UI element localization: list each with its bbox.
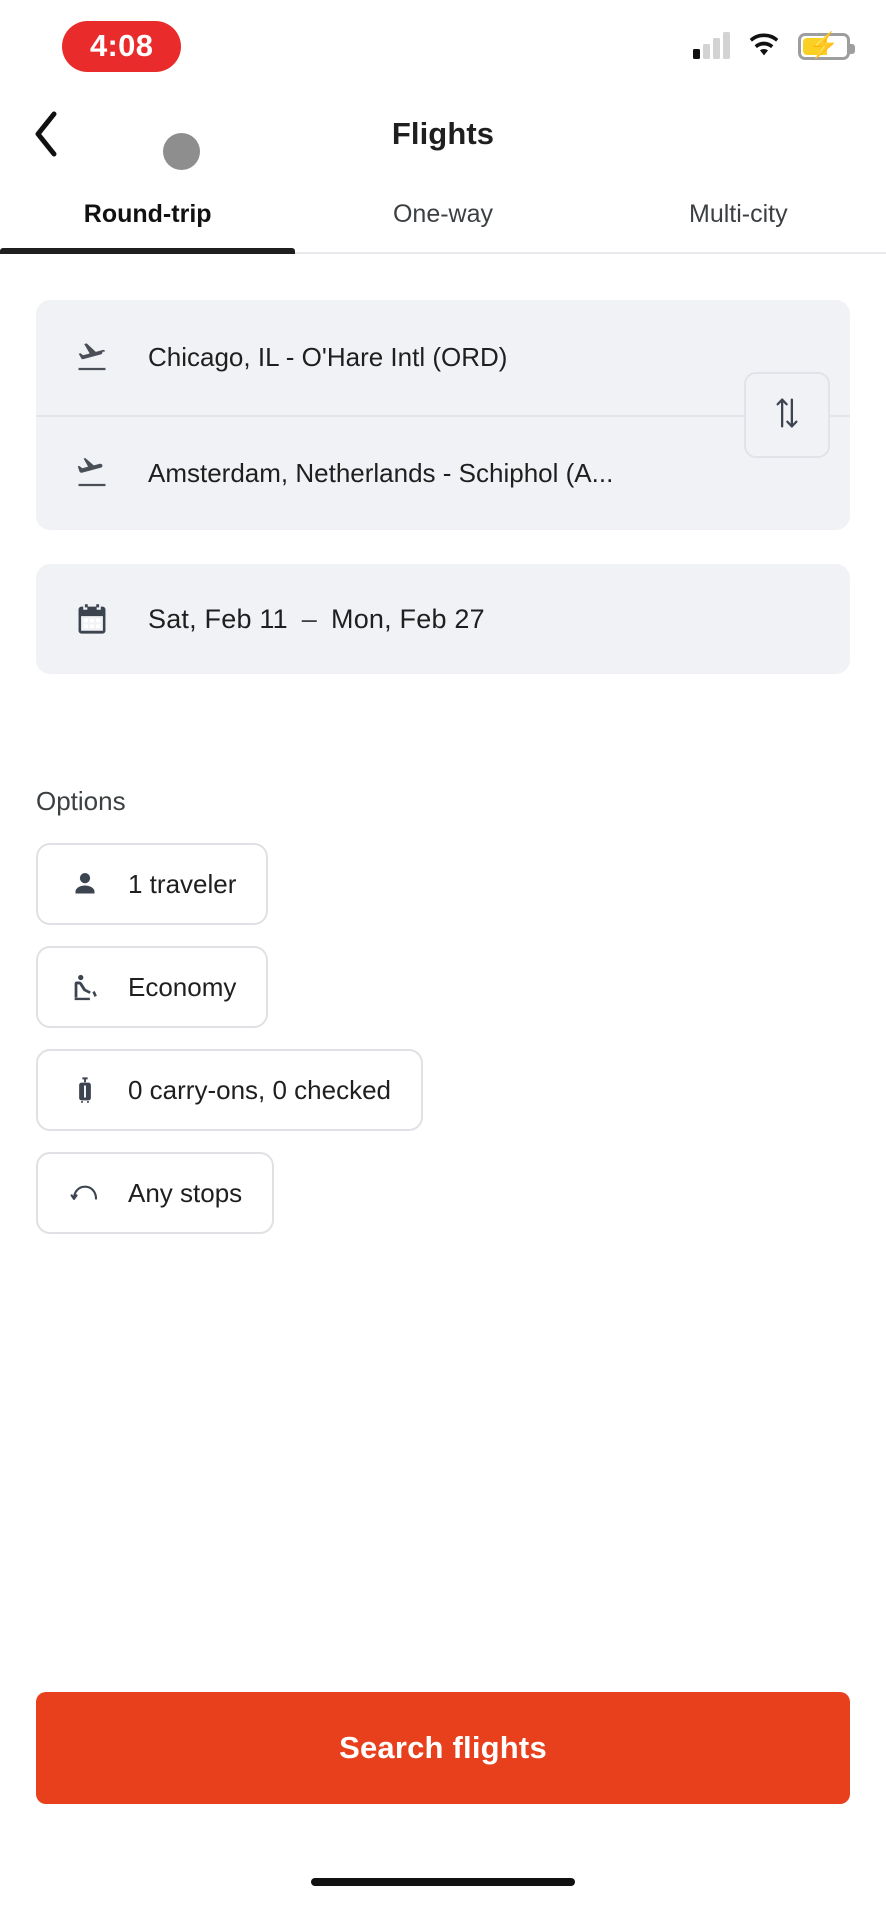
back-chevron-icon <box>31 110 61 158</box>
wifi-icon <box>747 33 781 59</box>
cellular-signal-icon <box>693 32 730 59</box>
battery-charging-icon: ⚡ <box>798 32 855 60</box>
tab-round-trip[interactable]: Round-trip <box>0 176 296 254</box>
date-range-field[interactable]: Sat, Feb 11– Mon, Feb 27 <box>36 564 850 674</box>
page-title: Flights <box>391 116 495 151</box>
swap-vertical-icon <box>772 396 802 435</box>
tab-multi-city-label: Multi-city <box>689 199 788 228</box>
destination-field[interactable]: Amsterdam, Netherlands - Schiphol (A... <box>36 415 850 530</box>
home-indicator-bar[interactable] <box>311 1878 575 1886</box>
status-bar: 4:08 ⚡ <box>0 0 886 92</box>
destination-value: Amsterdam, Netherlands - Schiphol (A... <box>148 458 614 488</box>
stops-chip[interactable]: Any stops <box>36 1152 275 1234</box>
search-form: Chicago, IL - O'Hare Intl (ORD) Amsterda… <box>0 300 886 1255</box>
chip-row-bags: 0 carry-ons, 0 checked <box>36 1049 850 1152</box>
tab-one-way-label: One-way <box>392 199 494 228</box>
cabin-class-chip-label: Economy <box>128 971 237 1002</box>
options-chip-list: 1 traveler Economy 0 carry-ons, 0 checke… <box>36 843 850 1255</box>
route-card: Chicago, IL - O'Hare Intl (ORD) Amsterda… <box>36 300 850 530</box>
back-button[interactable] <box>18 106 74 162</box>
luggage-icon <box>62 1075 108 1105</box>
cabin-class-chip[interactable]: Economy <box>36 946 269 1028</box>
stops-icon <box>62 1178 108 1208</box>
date-separator: – <box>301 603 318 634</box>
origin-value: Chicago, IL - O'Hare Intl (ORD) <box>148 342 508 372</box>
depart-date: Sat, Feb 11 <box>148 603 288 634</box>
person-icon <box>62 869 108 899</box>
status-time: 4:08 <box>62 20 182 72</box>
search-flights-button[interactable]: Search flights <box>36 1692 850 1804</box>
airline-seat-icon <box>62 972 108 1002</box>
options-section-label: Options <box>36 786 126 816</box>
app-header: Flights <box>0 92 886 176</box>
flight-land-icon <box>66 457 118 491</box>
date-range-value: Sat, Feb 11– Mon, Feb 27 <box>148 604 485 635</box>
return-date: Mon, Feb 27 <box>331 603 485 634</box>
tab-one-way[interactable]: One-way <box>295 176 590 252</box>
touch-point-indicator <box>163 133 200 170</box>
travelers-chip[interactable]: 1 traveler <box>36 843 269 925</box>
origin-field[interactable]: Chicago, IL - O'Hare Intl (ORD) <box>36 300 850 415</box>
status-icon-group: ⚡ <box>693 32 855 60</box>
calendar-icon <box>66 602 118 636</box>
trip-type-tabs: Round-trip One-way Multi-city <box>0 176 886 254</box>
bags-chip-label: 0 carry-ons, 0 checked <box>128 1074 392 1105</box>
flight-takeoff-icon <box>66 341 118 375</box>
chip-row-travelers: 1 traveler <box>36 843 850 946</box>
stops-chip-label: Any stops <box>128 1177 243 1208</box>
tab-round-trip-label: Round-trip <box>83 199 212 228</box>
travelers-chip-label: 1 traveler <box>128 868 237 899</box>
chip-row-stops: Any stops <box>36 1152 850 1255</box>
chip-row-cabin-class: Economy <box>36 946 850 1049</box>
bags-chip[interactable]: 0 carry-ons, 0 checked <box>36 1049 424 1131</box>
swap-airports-button[interactable] <box>744 372 830 458</box>
tab-multi-city[interactable]: Multi-city <box>591 176 886 252</box>
